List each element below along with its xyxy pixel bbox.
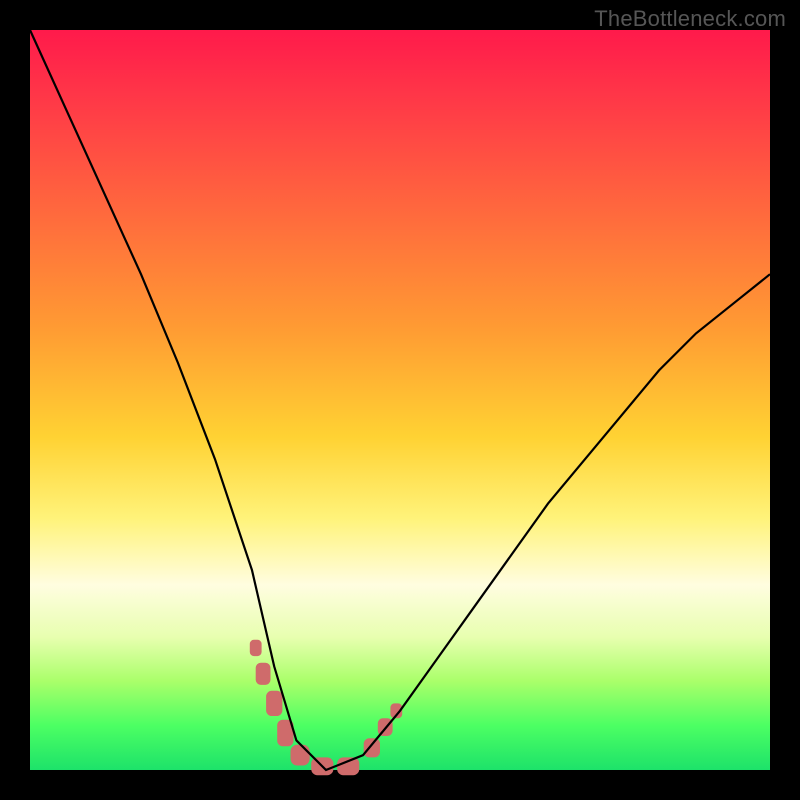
curve-marker (256, 663, 271, 685)
curve-marker (250, 640, 262, 656)
curve-marker (364, 738, 380, 757)
plot-area (30, 30, 770, 770)
watermark-text: TheBottleneck.com (594, 6, 786, 32)
curve-marker (291, 745, 310, 766)
curve-marker (266, 691, 282, 716)
chart-frame: TheBottleneck.com (0, 0, 800, 800)
bottleneck-curve (30, 30, 770, 770)
curve-path (30, 30, 770, 770)
